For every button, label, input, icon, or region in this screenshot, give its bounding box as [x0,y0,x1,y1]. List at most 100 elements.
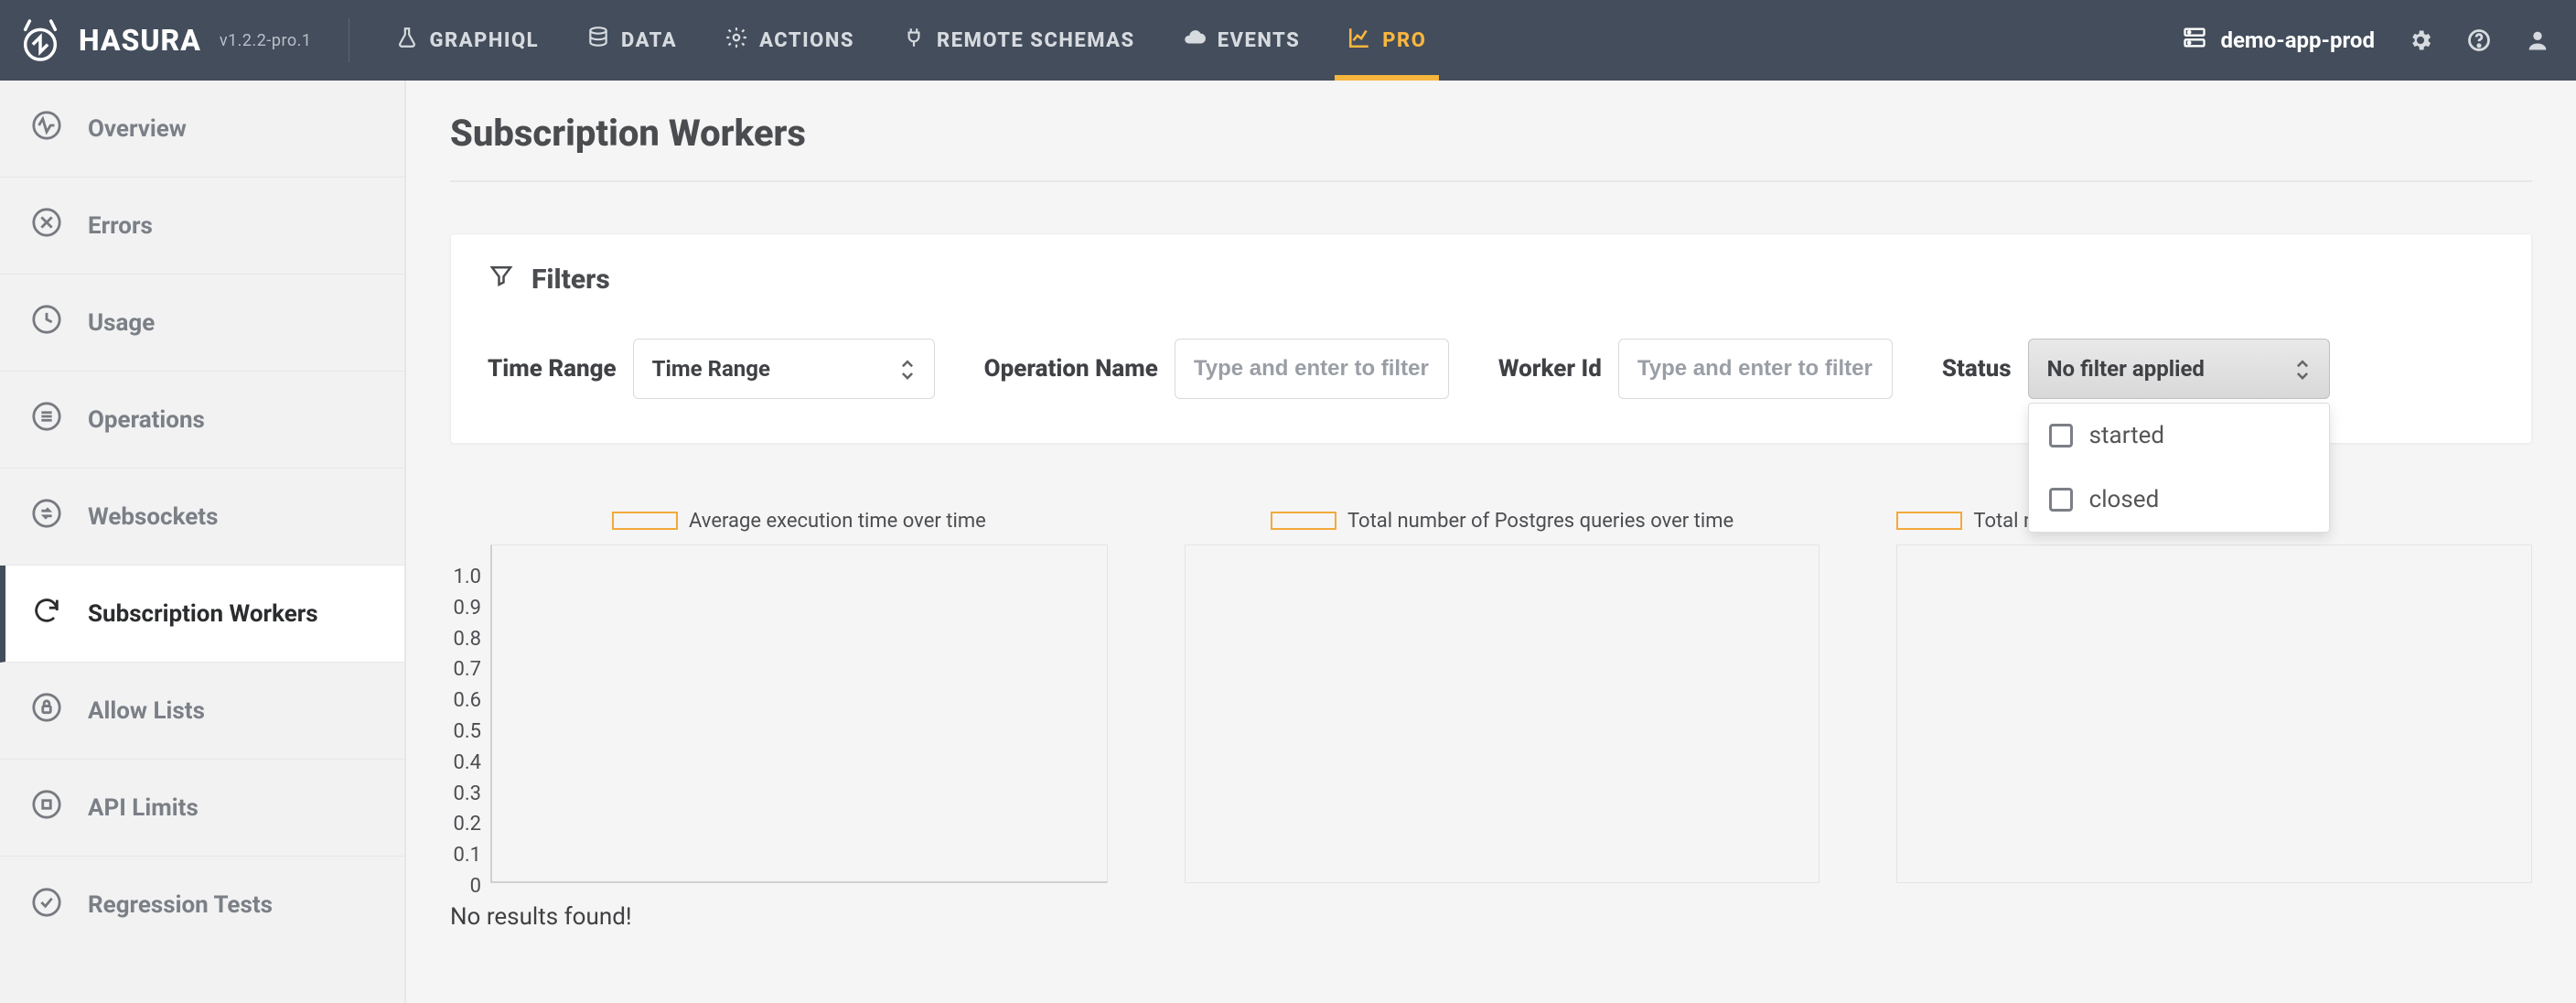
list-icon [31,401,62,438]
sidebar-item-label: Operations [88,406,205,434]
chart-subscribers: Total number of subscribers over time [1896,508,2532,883]
sidebar-item-websockets[interactable]: Websockets [0,469,404,566]
time-range-label: Time Range [488,355,617,383]
filter-operation-name: Operation Name [984,339,1449,399]
operation-name-label: Operation Name [984,355,1158,383]
sidebar-item-errors[interactable]: Errors [0,178,404,275]
nav-tab-graphiql[interactable]: GRAPHIQL [371,0,564,81]
chart-legend-label: Total number of Postgres queries over ti… [1347,510,1733,533]
status-label: Status [1942,355,2012,383]
sidebar-item-allow-lists[interactable]: Allow Lists [0,663,404,760]
top-navbar: HASURA v1.2.2-pro.1 GRAPHIQL DATA ACTION… [0,0,2576,81]
main-content: Subscription Workers Filters Time Range … [406,81,2576,1003]
legend-swatch-icon [612,512,678,530]
chart-legend: Average execution time over time [490,508,1108,534]
sidebar-item-label: Allow Lists [88,697,205,725]
sidebar-item-label: API Limits [88,794,199,822]
project-selector[interactable]: demo-app-prod [2182,25,2375,56]
filters-heading-text: Filters [531,264,610,296]
clock-icon [31,304,62,341]
brand-name: HASURA [79,23,201,58]
worker-id-input-wrap [1618,339,1893,399]
hasura-logo-icon [15,15,66,66]
brand-version: v1.2.2-pro.1 [220,31,312,50]
filter-icon [488,262,515,297]
activity-icon [31,110,62,147]
status-select[interactable]: No filter applied [2028,339,2330,399]
y-axis-ticks: 1.0 0.9 0.8 0.7 0.6 0.5 0.4 0.3 0.2 0.1 … [441,577,481,887]
chart-legend: Total number of Postgres queries over ti… [1185,508,1820,534]
cloud-icon [1183,26,1207,55]
legend-swatch-icon [1896,512,1962,530]
gear-icon [724,26,748,55]
worker-id-input[interactable] [1637,356,1873,382]
chart-plot-area [1185,545,1820,883]
filters-card: Filters Time Range Time Range Operation … [450,233,2532,444]
chart-plot-area [490,545,1108,883]
status-option-closed[interactable]: closed [2029,468,2329,532]
chart-pg-queries: Total number of Postgres queries over ti… [1185,508,1820,883]
operation-name-input[interactable] [1194,356,1430,382]
status-option-label: started [2089,422,2164,449]
help-icon[interactable] [2466,27,2492,53]
user-icon[interactable] [2525,27,2550,53]
select-caret-icon [2294,357,2311,381]
settings-icon[interactable] [2408,27,2433,53]
filter-time-range: Time Range Time Range [488,339,935,399]
sidebar-item-label: Regression Tests [88,891,273,919]
legend-swatch-icon [1271,512,1336,530]
sidebar-item-operations[interactable]: Operations [0,372,404,469]
nav-tab-label: GRAPHIQL [430,29,540,52]
nav-tab-label: ACTIONS [759,29,854,52]
sidebar-item-usage[interactable]: Usage [0,275,404,372]
nav-tabs: GRAPHIQL DATA ACTIONS REMOTE SCHEMAS EVE… [371,0,1451,81]
select-caret-icon [899,357,916,381]
flask-icon [395,26,419,55]
nav-tab-label: PRO [1382,29,1426,52]
swap-icon [31,498,62,535]
nav-tab-data[interactable]: DATA [563,0,701,81]
charts-row: Average execution time over time 1.0 0.9… [450,508,2532,883]
nav-tab-label: DATA [621,29,677,52]
checkbox-icon [2049,488,2073,512]
nav-tab-events[interactable]: EVENTS [1159,0,1325,81]
server-icon [2182,25,2207,56]
chart-line-icon [1347,26,1371,55]
status-dropdown: started closed [2028,403,2330,533]
filter-status: Status No filter applied started [1942,339,2330,399]
database-icon [586,26,610,55]
checkbox-icon [2049,424,2073,448]
filter-worker-id: Worker Id [1498,339,1893,399]
sidebar: Overview Errors Usage Operations Websock… [0,81,406,1003]
sidebar-item-api-limits[interactable]: API Limits [0,760,404,857]
sidebar-item-label: Errors [88,212,153,240]
page-title: Subscription Workers [450,112,2532,182]
status-option-label: closed [2089,486,2160,513]
nav-tab-actions[interactable]: ACTIONS [701,0,878,81]
status-option-started[interactable]: started [2029,404,2329,468]
nav-tab-pro[interactable]: PRO [1324,0,1450,81]
brand: HASURA v1.2.2-pro.1 [15,15,349,66]
chart-legend-label: Average execution time over time [689,510,986,533]
lock-icon [31,692,62,729]
no-results-message: No results found! [450,903,2532,931]
worker-id-label: Worker Id [1498,355,1602,383]
sidebar-item-label: Subscription Workers [88,600,318,628]
chart-plot-area [1896,545,2532,883]
time-range-select[interactable]: Time Range [633,339,935,399]
operation-name-input-wrap [1175,339,1449,399]
plug-icon [902,26,926,55]
nav-tab-label: REMOTE SCHEMAS [937,29,1135,52]
sidebar-item-label: Websockets [88,503,218,531]
time-range-value: Time Range [652,356,770,382]
nav-tab-remote-schemas[interactable]: REMOTE SCHEMAS [878,0,1159,81]
square-icon [31,789,62,826]
sidebar-item-regression-tests[interactable]: Regression Tests [0,857,404,954]
sidebar-item-label: Overview [88,115,187,143]
sidebar-item-subscription-workers[interactable]: Subscription Workers [0,566,404,663]
chart-avg-exec-time: Average execution time over time 1.0 0.9… [490,508,1108,883]
sidebar-item-overview[interactable]: Overview [0,81,404,178]
check-circle-icon [31,887,62,924]
nav-right: demo-app-prod [2182,25,2550,56]
project-name: demo-app-prod [2220,27,2375,53]
